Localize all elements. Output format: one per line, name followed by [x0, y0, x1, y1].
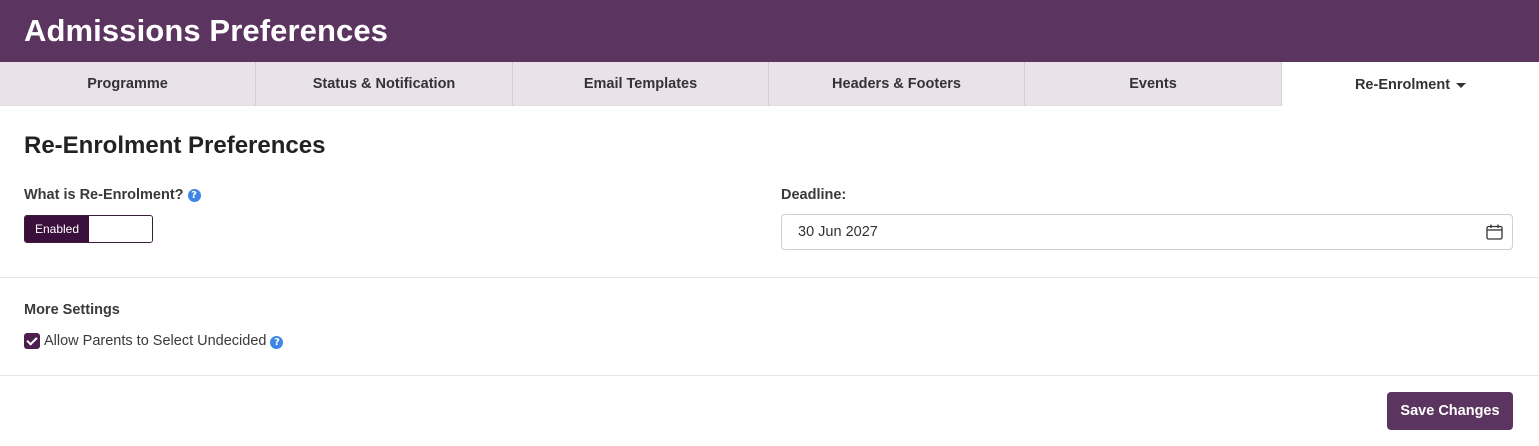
calendar-icon[interactable]	[1486, 224, 1503, 240]
allow-undecided-row: Allow Parents to Select Undecided ?	[24, 333, 284, 349]
more-settings-label: More Settings	[24, 302, 120, 318]
page-header: Admissions Preferences	[0, 0, 1539, 62]
tab-email-templates[interactable]: Email Templates	[513, 62, 769, 106]
tab-status-notification[interactable]: Status & Notification	[256, 62, 513, 106]
deadline-value: 30 Jun 2027	[798, 224, 878, 240]
preferences-tabs: Programme Status & Notification Email Te…	[0, 62, 1539, 107]
toggle-enabled-label: Enabled	[25, 216, 89, 242]
tab-headers-footers[interactable]: Headers & Footers	[769, 62, 1025, 106]
caret-down-icon	[1456, 83, 1467, 88]
reenrolment-label: What is Re-Enrolment??	[24, 187, 201, 203]
deadline-date-input[interactable]: 30 Jun 2027	[781, 214, 1513, 250]
tab-re-enrolment[interactable]: Re-Enrolment	[1282, 62, 1539, 107]
section-title: Re-Enrolment Preferences	[24, 132, 326, 159]
question-circle-icon[interactable]: ?	[270, 335, 284, 349]
page-title: Admissions Preferences	[24, 13, 389, 48]
section-divider	[0, 277, 1539, 278]
save-changes-button[interactable]: Save Changes	[1387, 392, 1513, 430]
tab-events[interactable]: Events	[1025, 62, 1282, 106]
deadline-label: Deadline:	[781, 187, 847, 203]
allow-undecided-checkbox[interactable]	[24, 333, 40, 349]
allow-undecided-label[interactable]: Allow Parents to Select Undecided	[44, 333, 266, 349]
reenrolment-toggle[interactable]: Enabled	[24, 215, 153, 243]
toggle-off-area	[89, 216, 152, 242]
question-circle-icon[interactable]: ?	[187, 189, 201, 202]
footer-divider	[0, 375, 1539, 376]
tab-programme[interactable]: Programme	[0, 62, 256, 106]
